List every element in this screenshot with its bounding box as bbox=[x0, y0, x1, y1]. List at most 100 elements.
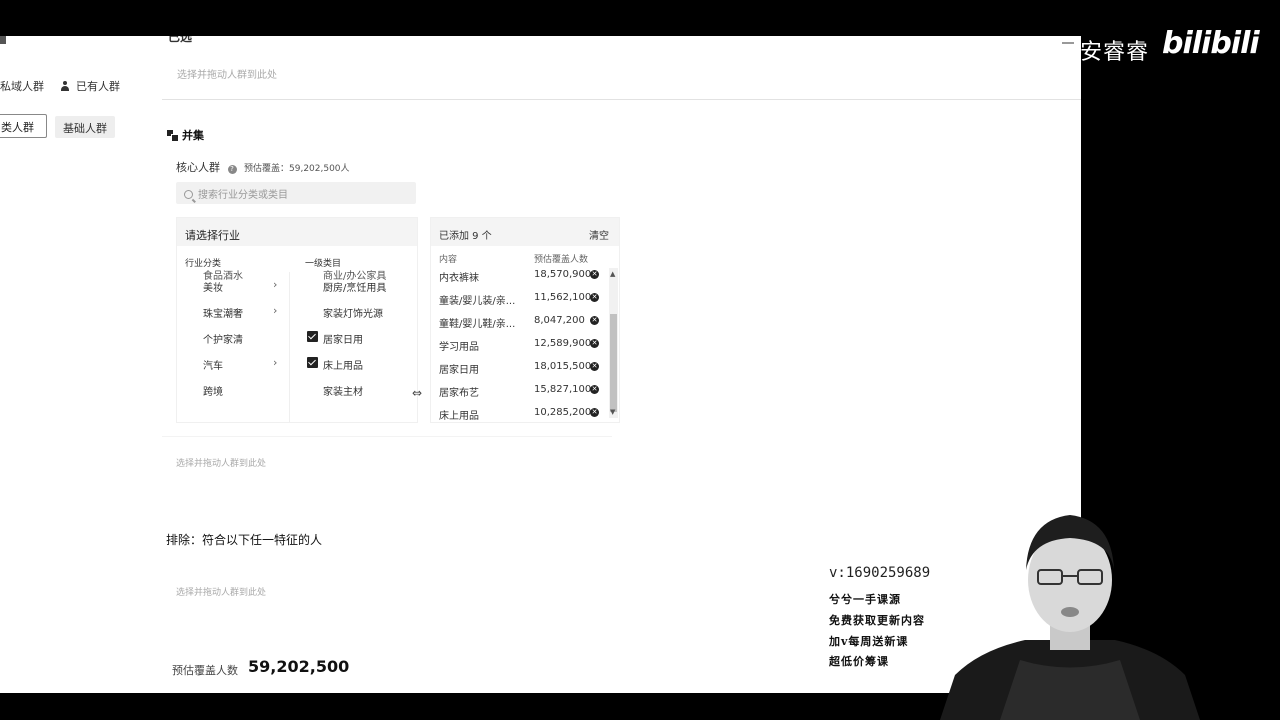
remove-icon[interactable]: ✕ bbox=[590, 316, 599, 325]
minimize-icon[interactable] bbox=[1062, 42, 1074, 44]
subcategory-label: 床上用品 bbox=[323, 361, 363, 372]
subcategory-item[interactable]: 家装主材 bbox=[307, 377, 417, 403]
exclude-drop-hint[interactable]: 选择并拖动人群到此处 bbox=[176, 585, 266, 598]
search-placeholder: 搜索行业分类或类目 bbox=[198, 190, 288, 201]
top-drop-hint[interactable]: 选择并拖动人群到此处 bbox=[177, 66, 277, 81]
core-crowd-label: 核心人群 bbox=[176, 161, 220, 174]
scroll-thumb[interactable] bbox=[610, 314, 617, 412]
subcategory-list: 厨房/烹饪用具 家装灯饰光源 居家日用 床上用品 家装主材 bbox=[307, 273, 417, 403]
scroll-down-icon[interactable]: ▼ bbox=[610, 408, 615, 416]
scroll-up-icon[interactable]: ▲ bbox=[610, 270, 615, 278]
column-divider bbox=[289, 272, 290, 422]
remove-icon[interactable]: ✕ bbox=[590, 362, 599, 371]
selected-count: 18,570,900 bbox=[534, 269, 592, 280]
overlay-line: 加v每周送新课 bbox=[829, 635, 909, 648]
tab-existing-crowd[interactable]: 已有人群 bbox=[60, 78, 120, 94]
selected-count-label: 已添加 9 个 bbox=[439, 231, 492, 242]
checkbox-checked[interactable] bbox=[307, 331, 318, 342]
selected-count: 12,589,900 bbox=[534, 338, 592, 349]
industry-selector-panel: 请选择行业 行业分类 一级类目 食品酒水 商业/办公家具 美妆 › 珠宝潮奢 ›… bbox=[176, 217, 418, 423]
selected-count: 15,827,100 bbox=[534, 384, 592, 395]
tab-private-crowd[interactable]: 私域人群 bbox=[0, 78, 44, 94]
selected-row: 童鞋/婴儿鞋/亲... 8,047,200 ✕ bbox=[431, 310, 609, 333]
selected-name: 床上用品 bbox=[439, 411, 479, 422]
category-label: 跨境 bbox=[203, 387, 223, 398]
subcategory-item[interactable]: 家装灯饰光源 bbox=[307, 299, 417, 325]
chevron-right-icon: › bbox=[273, 356, 278, 369]
selected-section-title: 已选 bbox=[168, 36, 193, 44]
category-item[interactable]: 汽车 › bbox=[203, 351, 283, 377]
category-list: 美妆 › 珠宝潮奢 › 个护家清 汽车 › 跨境 bbox=[203, 273, 283, 403]
industry-crowd-button[interactable]: 类人群 bbox=[0, 114, 47, 138]
remove-icon[interactable]: ✕ bbox=[590, 385, 599, 394]
total-coverage-label: 预估覆盖人数 bbox=[172, 664, 238, 677]
checkbox-checked[interactable] bbox=[307, 357, 318, 368]
core-crowd-row: 核心人群 ? 预估覆盖：59,202,500人 bbox=[176, 159, 350, 175]
subcategory-label: 家装灯饰光源 bbox=[323, 309, 383, 320]
help-icon[interactable]: ? bbox=[227, 165, 237, 174]
category-item[interactable]: 珠宝潮奢 › bbox=[203, 299, 283, 325]
selected-name: 童装/婴儿装/亲... bbox=[439, 296, 516, 307]
scrollbar[interactable]: ▲ ▼ bbox=[609, 268, 618, 418]
tab-private-label: 私域人群 bbox=[0, 80, 44, 93]
tab-existing-label: 已有人群 bbox=[76, 80, 120, 93]
category-item[interactable]: 个护家清 bbox=[203, 325, 283, 351]
remove-icon[interactable]: ✕ bbox=[590, 339, 599, 348]
menu-icon[interactable] bbox=[0, 36, 6, 44]
union-drop-hint[interactable]: 选择并拖动人群到此处 bbox=[176, 456, 266, 469]
selected-name: 内衣裤袜 bbox=[439, 273, 479, 284]
uploader-watermark: 安睿睿 bbox=[1080, 40, 1150, 65]
subcategory-item[interactable]: 居家日用 bbox=[307, 325, 417, 351]
subcategory-item[interactable]: 厨房/烹饪用具 bbox=[307, 273, 417, 299]
selected-row: 居家布艺 15,827,100 ✕ bbox=[431, 379, 609, 402]
selected-row: 床上用品 10,285,200 ✕ bbox=[431, 402, 609, 422]
base-crowd-button[interactable]: 基础人群 bbox=[55, 116, 115, 138]
selected-count: 11,562,100 bbox=[534, 292, 592, 303]
selected-name: 学习用品 bbox=[439, 342, 479, 353]
remove-icon[interactable]: ✕ bbox=[590, 293, 599, 302]
selected-name: 居家布艺 bbox=[439, 388, 479, 399]
subcategory-label: 厨房/烹饪用具 bbox=[323, 283, 387, 294]
search-icon bbox=[184, 190, 193, 199]
union-section-title: 并集 bbox=[167, 127, 204, 143]
category-label: 珠宝潮奢 bbox=[203, 309, 243, 320]
overlay-line: 超低价筹课 bbox=[829, 655, 889, 668]
selected-row: 居家日用 18,015,500 ✕ bbox=[431, 356, 609, 379]
bilibili-logo: bilibili bbox=[1162, 26, 1260, 61]
industry-panel-header: 请选择行业 bbox=[177, 218, 417, 246]
person-icon bbox=[60, 81, 70, 91]
overlay-line: 兮兮一手课源 bbox=[829, 593, 901, 606]
selected-row: 学习用品 12,589,900 ✕ bbox=[431, 333, 609, 356]
selected-name: 童鞋/婴儿鞋/亲... bbox=[439, 319, 516, 330]
category-item[interactable]: 跨境 bbox=[203, 377, 283, 403]
overlay-line: 免费获取更新内容 bbox=[829, 614, 925, 627]
remove-icon[interactable]: ✕ bbox=[590, 408, 599, 417]
selected-row: 童装/婴儿装/亲... 11,562,100 ✕ bbox=[431, 287, 609, 310]
app-screen: 已选 选择并拖动人群到此处 私域人群 已有人群 类人群 基础人群 并集 核心人群… bbox=[0, 36, 1081, 693]
selected-name: 居家日用 bbox=[439, 365, 479, 376]
union-icon bbox=[167, 130, 179, 142]
overlay-contact: v:1690259689 bbox=[829, 565, 931, 581]
resize-cursor-icon: ⇔ bbox=[412, 386, 423, 400]
industry-search-input[interactable]: 搜索行业分类或类目 bbox=[176, 182, 416, 204]
category-item[interactable]: 美妆 › bbox=[203, 273, 283, 299]
union-title-text: 并集 bbox=[182, 129, 204, 142]
category-label: 汽车 bbox=[203, 361, 223, 372]
category-label: 美妆 bbox=[203, 283, 223, 294]
subcategory-item[interactable]: 床上用品 bbox=[307, 351, 417, 377]
selected-count: 10,285,200 bbox=[534, 407, 592, 418]
total-coverage-value: 59,202,500 bbox=[248, 657, 350, 676]
chevron-right-icon: › bbox=[273, 278, 278, 291]
category-label: 个护家清 bbox=[203, 335, 243, 346]
divider bbox=[162, 436, 612, 437]
exclude-section-title: 排除：符合以下任一特征的人 bbox=[166, 533, 323, 547]
selected-panel-header: 已添加 9 个 清空 bbox=[431, 218, 619, 246]
selected-items-panel: 已添加 9 个 清空 内容 预估覆盖人数 内衣裤袜 18,570,900 ✕ 童… bbox=[430, 217, 620, 423]
remove-icon[interactable]: ✕ bbox=[590, 270, 599, 279]
selected-count: 18,015,500 bbox=[534, 361, 592, 372]
subcategory-label: 居家日用 bbox=[323, 335, 363, 346]
selected-row: 内衣裤袜 18,570,900 ✕ bbox=[431, 264, 609, 287]
clear-all-button[interactable]: 清空 bbox=[589, 227, 609, 242]
divider bbox=[162, 99, 1081, 100]
core-coverage-text: 预估覆盖：59,202,500人 bbox=[244, 164, 350, 174]
